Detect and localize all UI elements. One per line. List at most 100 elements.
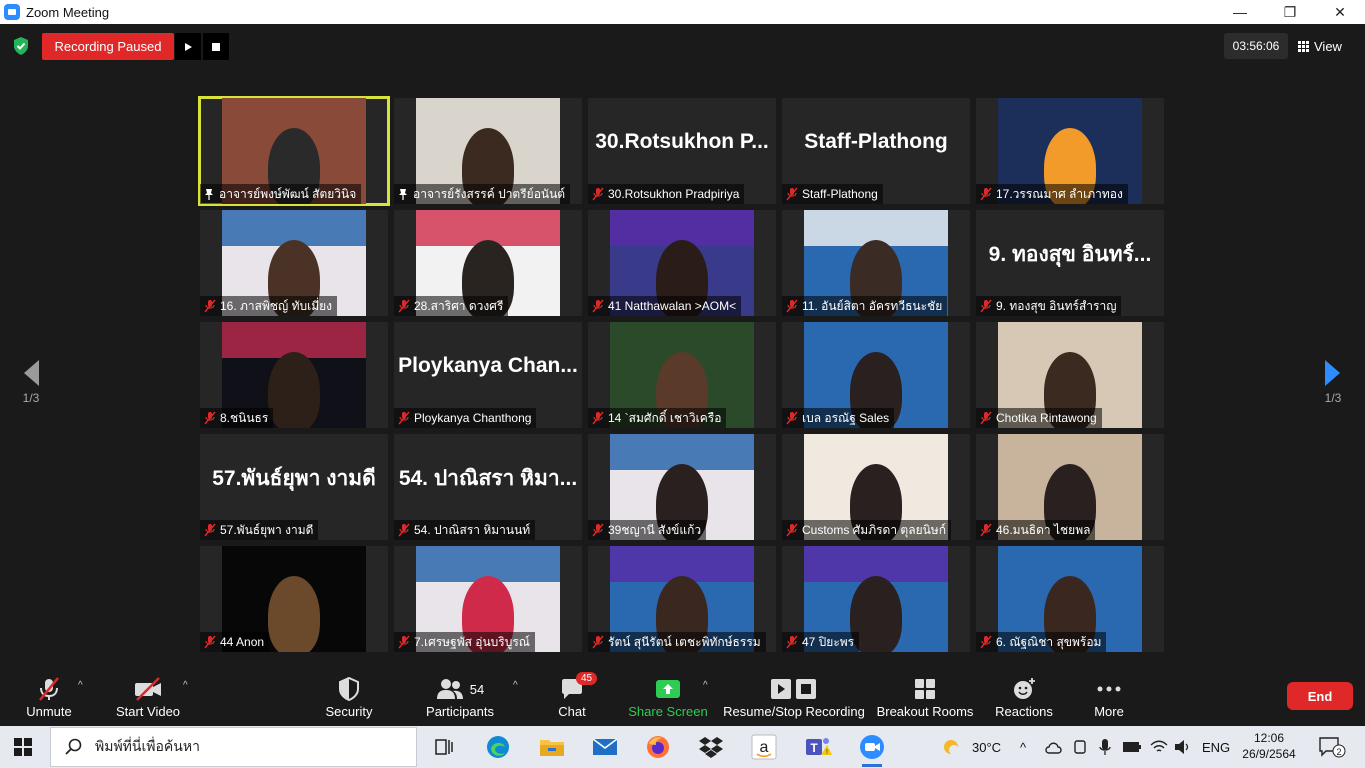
participant-tile[interactable]: 47 ปิยะพร (782, 546, 970, 652)
teams-icon[interactable]: T! (804, 733, 832, 761)
firefox-icon[interactable] (644, 733, 672, 761)
previous-page-button[interactable]: 1/3 (16, 358, 46, 405)
share-options-chevron-icon[interactable]: ^ (703, 680, 708, 691)
gallery-view: 1/3 1/3 อาจารย์พงษ์พัฒน์ สัตยวินิจ อาจารย… (0, 68, 1365, 668)
participant-tile[interactable]: 11. อันย์สิตา อัครทวีธนะชัย (782, 210, 970, 316)
participant-name: เบล อรณัฐ Sales (802, 410, 890, 425)
window-title: Zoom Meeting (26, 4, 110, 20)
microphone-muted-icon (204, 299, 216, 313)
pin-icon (399, 189, 407, 200)
participant-tile[interactable]: Customs ศัมภิรดา ตุลยนิษก์ (782, 434, 970, 540)
participant-tile[interactable]: เบล อรณัฐ Sales (782, 322, 970, 428)
zoom-taskbar-icon[interactable] (858, 733, 886, 767)
task-view-icon[interactable] (430, 733, 458, 761)
participant-tile[interactable]: 6. ณัฐณิชา สุขพร้อม (976, 546, 1164, 652)
participant-tile[interactable]: 30.Rotsukhon P... 30.Rotsukhon Pradpiriya (588, 98, 776, 204)
participant-tile[interactable]: 46.มนธิดา ไชยพล (976, 434, 1164, 540)
reactions-button[interactable]: Reactions (994, 672, 1054, 724)
dropbox-icon[interactable] (697, 733, 725, 761)
participant-name-label: 11. อันย์สิตา อัครทวีธนะชัย (782, 296, 948, 316)
participant-tile[interactable]: รัตน์ สุนีรัตน์ เตชะพิทักษ์ธรรม (588, 546, 776, 652)
microphone-muted-icon (398, 523, 410, 537)
more-button[interactable]: More (1084, 672, 1134, 724)
microphone-muted-icon (204, 635, 216, 649)
participant-tile[interactable]: 44 Anon (200, 546, 388, 652)
encryption-shield-icon[interactable] (12, 36, 30, 56)
windows-start-icon[interactable] (14, 738, 32, 756)
view-button[interactable]: View (1298, 33, 1342, 59)
notification-count: 2 (1336, 747, 1341, 757)
share-screen-button[interactable]: Share Screen (628, 672, 708, 724)
battery-icon[interactable] (1122, 726, 1142, 768)
participants-button[interactable]: 54 Participants (420, 672, 500, 724)
participant-name-label: 41 Natthawalan >AOM< (588, 296, 742, 316)
taskbar-search-box[interactable]: พิมพ์ที่นี่เพื่อค้นหา (50, 727, 417, 767)
stop-recording-button[interactable] (203, 33, 229, 60)
weather-widget[interactable]: 30°C (940, 726, 1001, 768)
unmute-button[interactable]: Unmute (24, 672, 74, 724)
device-icon[interactable] (1072, 726, 1088, 768)
participant-tile[interactable]: 54. ปาณิสรา หิมา... 54. ปาณิสรา หิมานนท์ (394, 434, 582, 540)
participant-name: 17.วรรณมาศ ลำเภาทอง (996, 186, 1123, 201)
close-button[interactable]: ✕ (1315, 0, 1365, 24)
participant-silhouette (268, 576, 320, 652)
participant-tile[interactable]: 17.วรรณมาศ ลำเภาทอง (976, 98, 1164, 204)
breakout-rooms-button[interactable]: Breakout Rooms (876, 672, 974, 724)
notification-center-icon[interactable]: 2 (1318, 726, 1346, 768)
minimize-button[interactable]: — (1215, 0, 1265, 24)
file-explorer-icon[interactable] (538, 733, 566, 761)
participant-tile[interactable]: 9. ทองสุข อินทร์... 9. ทองสุข อินทร์สำราญ (976, 210, 1164, 316)
edge-browser-icon[interactable] (484, 733, 512, 761)
chevron-left-icon (24, 360, 39, 386)
shield-icon (339, 677, 359, 701)
reactions-label: Reactions (995, 704, 1053, 719)
maximize-button[interactable]: ❐ (1265, 0, 1315, 24)
participant-name-label: 44 Anon (200, 632, 270, 652)
weather-sun-icon (944, 740, 959, 755)
participant-tile[interactable]: 28.สาริศา ดวงศรี (394, 210, 582, 316)
video-options-chevron-icon[interactable]: ^ (183, 680, 188, 691)
participant-name: อาจารย์รังสรรค์ ปาตรีย์อนันต์ (413, 186, 566, 201)
microphone-muted-icon (786, 411, 798, 425)
next-page-button[interactable]: 1/3 (1318, 358, 1348, 405)
wifi-icon[interactable] (1150, 726, 1168, 768)
participant-tile[interactable]: 8.ชนินธร (200, 322, 388, 428)
participant-tile[interactable]: อาจารย์รังสรรค์ ปาตรีย์อนันต์ (394, 98, 582, 204)
participant-tile[interactable]: 7.เศรษฐพัส อุ่นบริบูรณ์ (394, 546, 582, 652)
participants-options-chevron-icon[interactable]: ^ (513, 680, 518, 691)
participant-tile[interactable]: Staff-Plathong Staff-Plathong (782, 98, 970, 204)
chat-button[interactable]: 45 Chat (552, 672, 598, 724)
speaker-icon[interactable] (1174, 726, 1192, 768)
resume-stop-recording-button[interactable]: Resume/Stop Recording (722, 672, 866, 724)
participant-name-label: 47 ปิยะพร (782, 632, 860, 652)
participant-name-label: 17.วรรณมาศ ลำเภาทอง (976, 184, 1128, 204)
zoom-logo-icon (4, 4, 20, 20)
audio-options-chevron-icon[interactable]: ^ (78, 680, 83, 691)
taskbar-clock[interactable]: 12:06 26/9/2564 (1240, 730, 1298, 762)
network-cloud-icon[interactable] (1044, 726, 1064, 768)
participant-tile[interactable]: Ploykanya Chan... Ploykanya Chanthong (394, 322, 582, 428)
amazon-app-icon[interactable]: a (750, 733, 778, 761)
security-button[interactable]: Security (320, 672, 378, 724)
participant-tile[interactable]: Chotika Rintawong (976, 322, 1164, 428)
end-meeting-button[interactable]: End (1287, 682, 1353, 710)
microphone-tray-icon[interactable] (1098, 726, 1112, 768)
participant-name: Ploykanya Chanthong (414, 411, 532, 425)
microphone-muted-icon (398, 411, 410, 425)
participant-tile[interactable]: 41 Natthawalan >AOM< (588, 210, 776, 316)
resume-recording-button[interactable] (175, 33, 201, 60)
participant-tile[interactable]: 16. ภาสพิชญ์ ทับเมี่ยง (200, 210, 388, 316)
participant-tile[interactable]: อาจารย์พงษ์พัฒน์ สัตยวินิจ (198, 96, 390, 206)
participant-tile[interactable]: 39ชญานี สังข์แก้ว (588, 434, 776, 540)
more-dots-icon (1097, 686, 1121, 692)
participants-icon (436, 679, 463, 699)
input-language[interactable]: ENG (1202, 726, 1230, 768)
svg-text:a: a (760, 739, 769, 756)
mail-icon[interactable] (591, 733, 619, 761)
participant-tile[interactable]: 14 `สมศักดิ์ เชาวิเครือ (588, 322, 776, 428)
participant-tile[interactable]: 57.พันธ์ยุพา งามดี 57.พันธ์ยุพา งามดี (200, 434, 388, 540)
start-video-button[interactable]: Start Video (112, 672, 184, 724)
svg-text:!: ! (826, 749, 828, 756)
participant-name-label: 8.ชนินธร (200, 408, 274, 428)
chevron-up-icon[interactable]: ^ (1020, 726, 1026, 768)
